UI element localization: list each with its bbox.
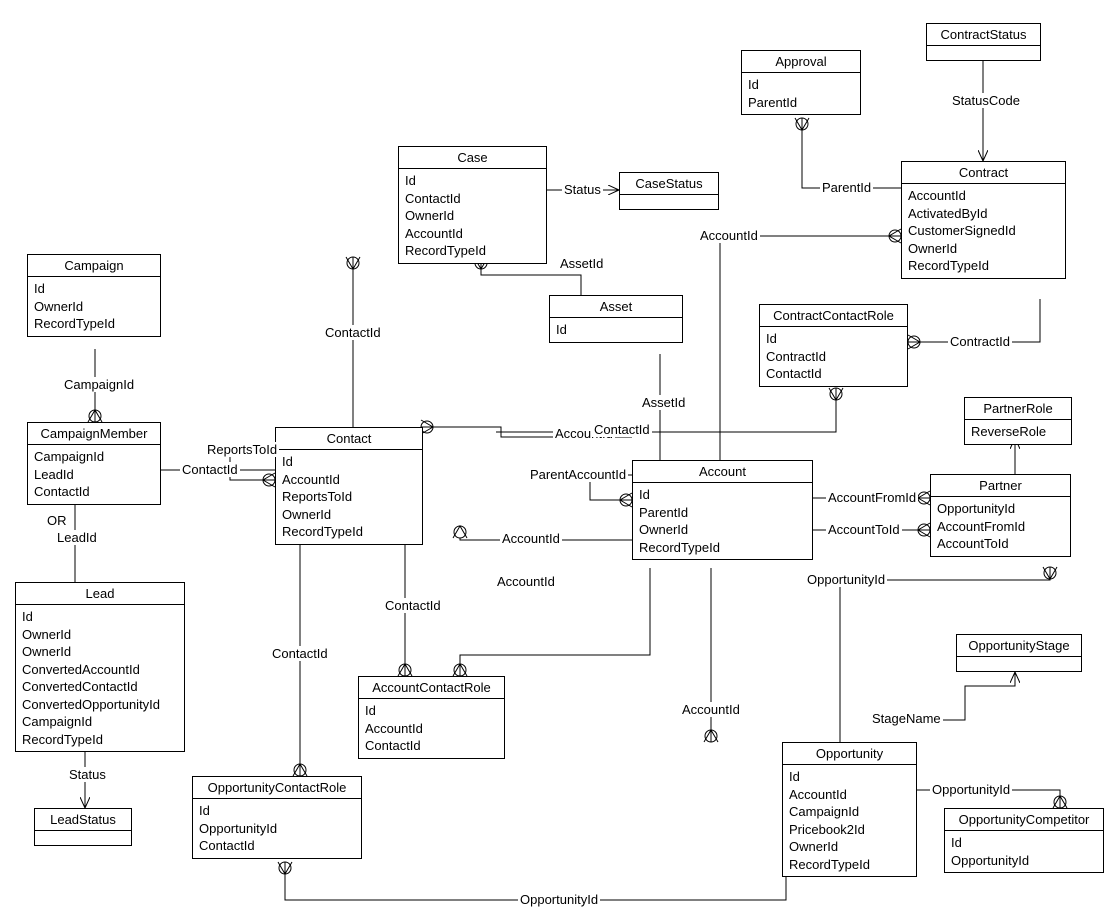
entity-title: Campaign — [28, 255, 160, 277]
entity-opportunity-contact-role: OpportunityContactRole IdOpportunityIdCo… — [192, 776, 362, 859]
entity-title: OpportunityStage — [957, 635, 1081, 657]
entity-attrs: IdOwnerIdOwnerIdConvertedAccountIdConver… — [16, 605, 184, 751]
label-contactid-4: ContactId — [270, 646, 330, 661]
entity-attrs: IdParentId — [742, 73, 860, 114]
entity-attrs: IdContractIdContactId — [760, 327, 907, 386]
label-accountid-2: AccountId — [500, 531, 562, 546]
entity-attrs: Id — [550, 318, 682, 342]
label-status-2: Status — [562, 182, 603, 197]
entity-account: Account IdParentIdOwnerIdRecordTypeId — [632, 460, 813, 560]
entity-title: Partner — [931, 475, 1070, 497]
entity-case: Case IdContactIdOwnerIdAccountIdRecordTy… — [398, 146, 547, 264]
entity-case-status: CaseStatus — [619, 172, 719, 210]
label-accountid-4: AccountId — [698, 228, 760, 243]
entity-campaign-member: CampaignMember CampaignIdLeadIdContactId — [27, 422, 161, 505]
label-accountfromid: AccountFromId — [826, 490, 918, 505]
entity-contract-contact-role: ContractContactRole IdContractIdContactI… — [759, 304, 908, 387]
label-parentid: ParentId — [820, 180, 873, 195]
entity-attrs — [620, 195, 718, 209]
entity-campaign: Campaign IdOwnerIdRecordTypeId — [27, 254, 161, 337]
entity-title: OpportunityContactRole — [193, 777, 361, 799]
label-accountid-5: AccountId — [680, 702, 742, 717]
entity-attrs: IdOwnerIdRecordTypeId — [28, 277, 160, 336]
er-diagram: Campaign IdOwnerIdRecordTypeId CampaignM… — [0, 0, 1114, 924]
entity-contract-status: ContractStatus — [926, 23, 1041, 61]
entity-lead: Lead IdOwnerIdOwnerIdConvertedAccountIdC… — [15, 582, 185, 752]
entity-attrs: IdParentIdOwnerIdRecordTypeId — [633, 483, 812, 559]
entity-title: ContractStatus — [927, 24, 1040, 46]
entity-attrs — [927, 46, 1040, 60]
entity-opportunity-competitor: OpportunityCompetitor IdOpportunityId — [944, 808, 1104, 873]
entity-opportunity-stage: OpportunityStage — [956, 634, 1082, 672]
entity-attrs: AccountIdActivatedByIdCustomerSignedIdOw… — [902, 184, 1065, 278]
label-or: OR — [45, 513, 69, 528]
label-contactid-2: ContactId — [323, 325, 383, 340]
entity-title: Lead — [16, 583, 184, 605]
label-stagename: StageName — [870, 711, 943, 726]
label-contactid-5: ContactId — [592, 422, 652, 437]
entity-title: Contact — [276, 428, 422, 450]
entity-attrs: IdOpportunityIdContactId — [193, 799, 361, 858]
entity-title: AccountContactRole — [359, 677, 504, 699]
label-statuscode: StatusCode — [950, 93, 1022, 108]
entity-attrs — [35, 831, 131, 845]
entity-title: Opportunity — [783, 743, 916, 765]
label-contactid-1: ContactId — [180, 462, 240, 477]
label-contractid: ContractId — [948, 334, 1012, 349]
label-assetid-2: AssetId — [640, 395, 687, 410]
entity-attrs: ReverseRole — [965, 420, 1071, 444]
entity-attrs: IdAccountIdReportsToIdOwnerIdRecordTypeI… — [276, 450, 422, 544]
entity-title: CaseStatus — [620, 173, 718, 195]
entity-asset: Asset Id — [549, 295, 683, 343]
entity-lead-status: LeadStatus — [34, 808, 132, 846]
entity-account-contact-role: AccountContactRole IdAccountIdContactId — [358, 676, 505, 759]
label-assetid: AssetId — [558, 256, 605, 271]
entity-title: Contract — [902, 162, 1065, 184]
entity-title: CampaignMember — [28, 423, 160, 445]
label-accounttoid: AccountToId — [826, 522, 902, 537]
label-reportstoid: ReportsToId — [205, 442, 279, 457]
label-leadid: LeadId — [55, 530, 99, 545]
entity-title: Account — [633, 461, 812, 483]
entity-attrs: IdAccountIdCampaignIdPricebook2IdOwnerId… — [783, 765, 916, 876]
entity-partner: Partner OpportunityIdAccountFromIdAccoun… — [930, 474, 1071, 557]
entity-title: Asset — [550, 296, 682, 318]
label-opportunityid-3: OpportunityId — [930, 782, 1012, 797]
entity-attrs: IdContactIdOwnerIdAccountIdRecordTypeId — [399, 169, 546, 263]
label-campaignid: CampaignId — [62, 377, 136, 392]
label-opportunityid-2: OpportunityId — [805, 572, 887, 587]
entity-title: Case — [399, 147, 546, 169]
entity-title: PartnerRole — [965, 398, 1071, 420]
entity-attrs — [957, 657, 1081, 671]
entity-attrs: IdOpportunityId — [945, 831, 1103, 872]
entity-contract: Contract AccountIdActivatedByIdCustomerS… — [901, 161, 1066, 279]
entity-attrs: OpportunityIdAccountFromIdAccountToId — [931, 497, 1070, 556]
entity-title: LeadStatus — [35, 809, 131, 831]
entity-partner-role: PartnerRole ReverseRole — [964, 397, 1072, 445]
entity-attrs: CampaignIdLeadIdContactId — [28, 445, 160, 504]
entity-contact: Contact IdAccountIdReportsToIdOwnerIdRec… — [275, 427, 423, 545]
label-contactid-3: ContactId — [383, 598, 443, 613]
label-accountid-3: AccountId — [495, 574, 557, 589]
label-parentaccountid: ParentAccountId — [528, 467, 628, 482]
entity-title: OpportunityCompetitor — [945, 809, 1103, 831]
entity-approval: Approval IdParentId — [741, 50, 861, 115]
label-opportunityid-1: OpportunityId — [518, 892, 600, 907]
entity-title: Approval — [742, 51, 860, 73]
entity-attrs: IdAccountIdContactId — [359, 699, 504, 758]
label-status: Status — [67, 767, 108, 782]
entity-opportunity: Opportunity IdAccountIdCampaignIdPricebo… — [782, 742, 917, 877]
entity-title: ContractContactRole — [760, 305, 907, 327]
